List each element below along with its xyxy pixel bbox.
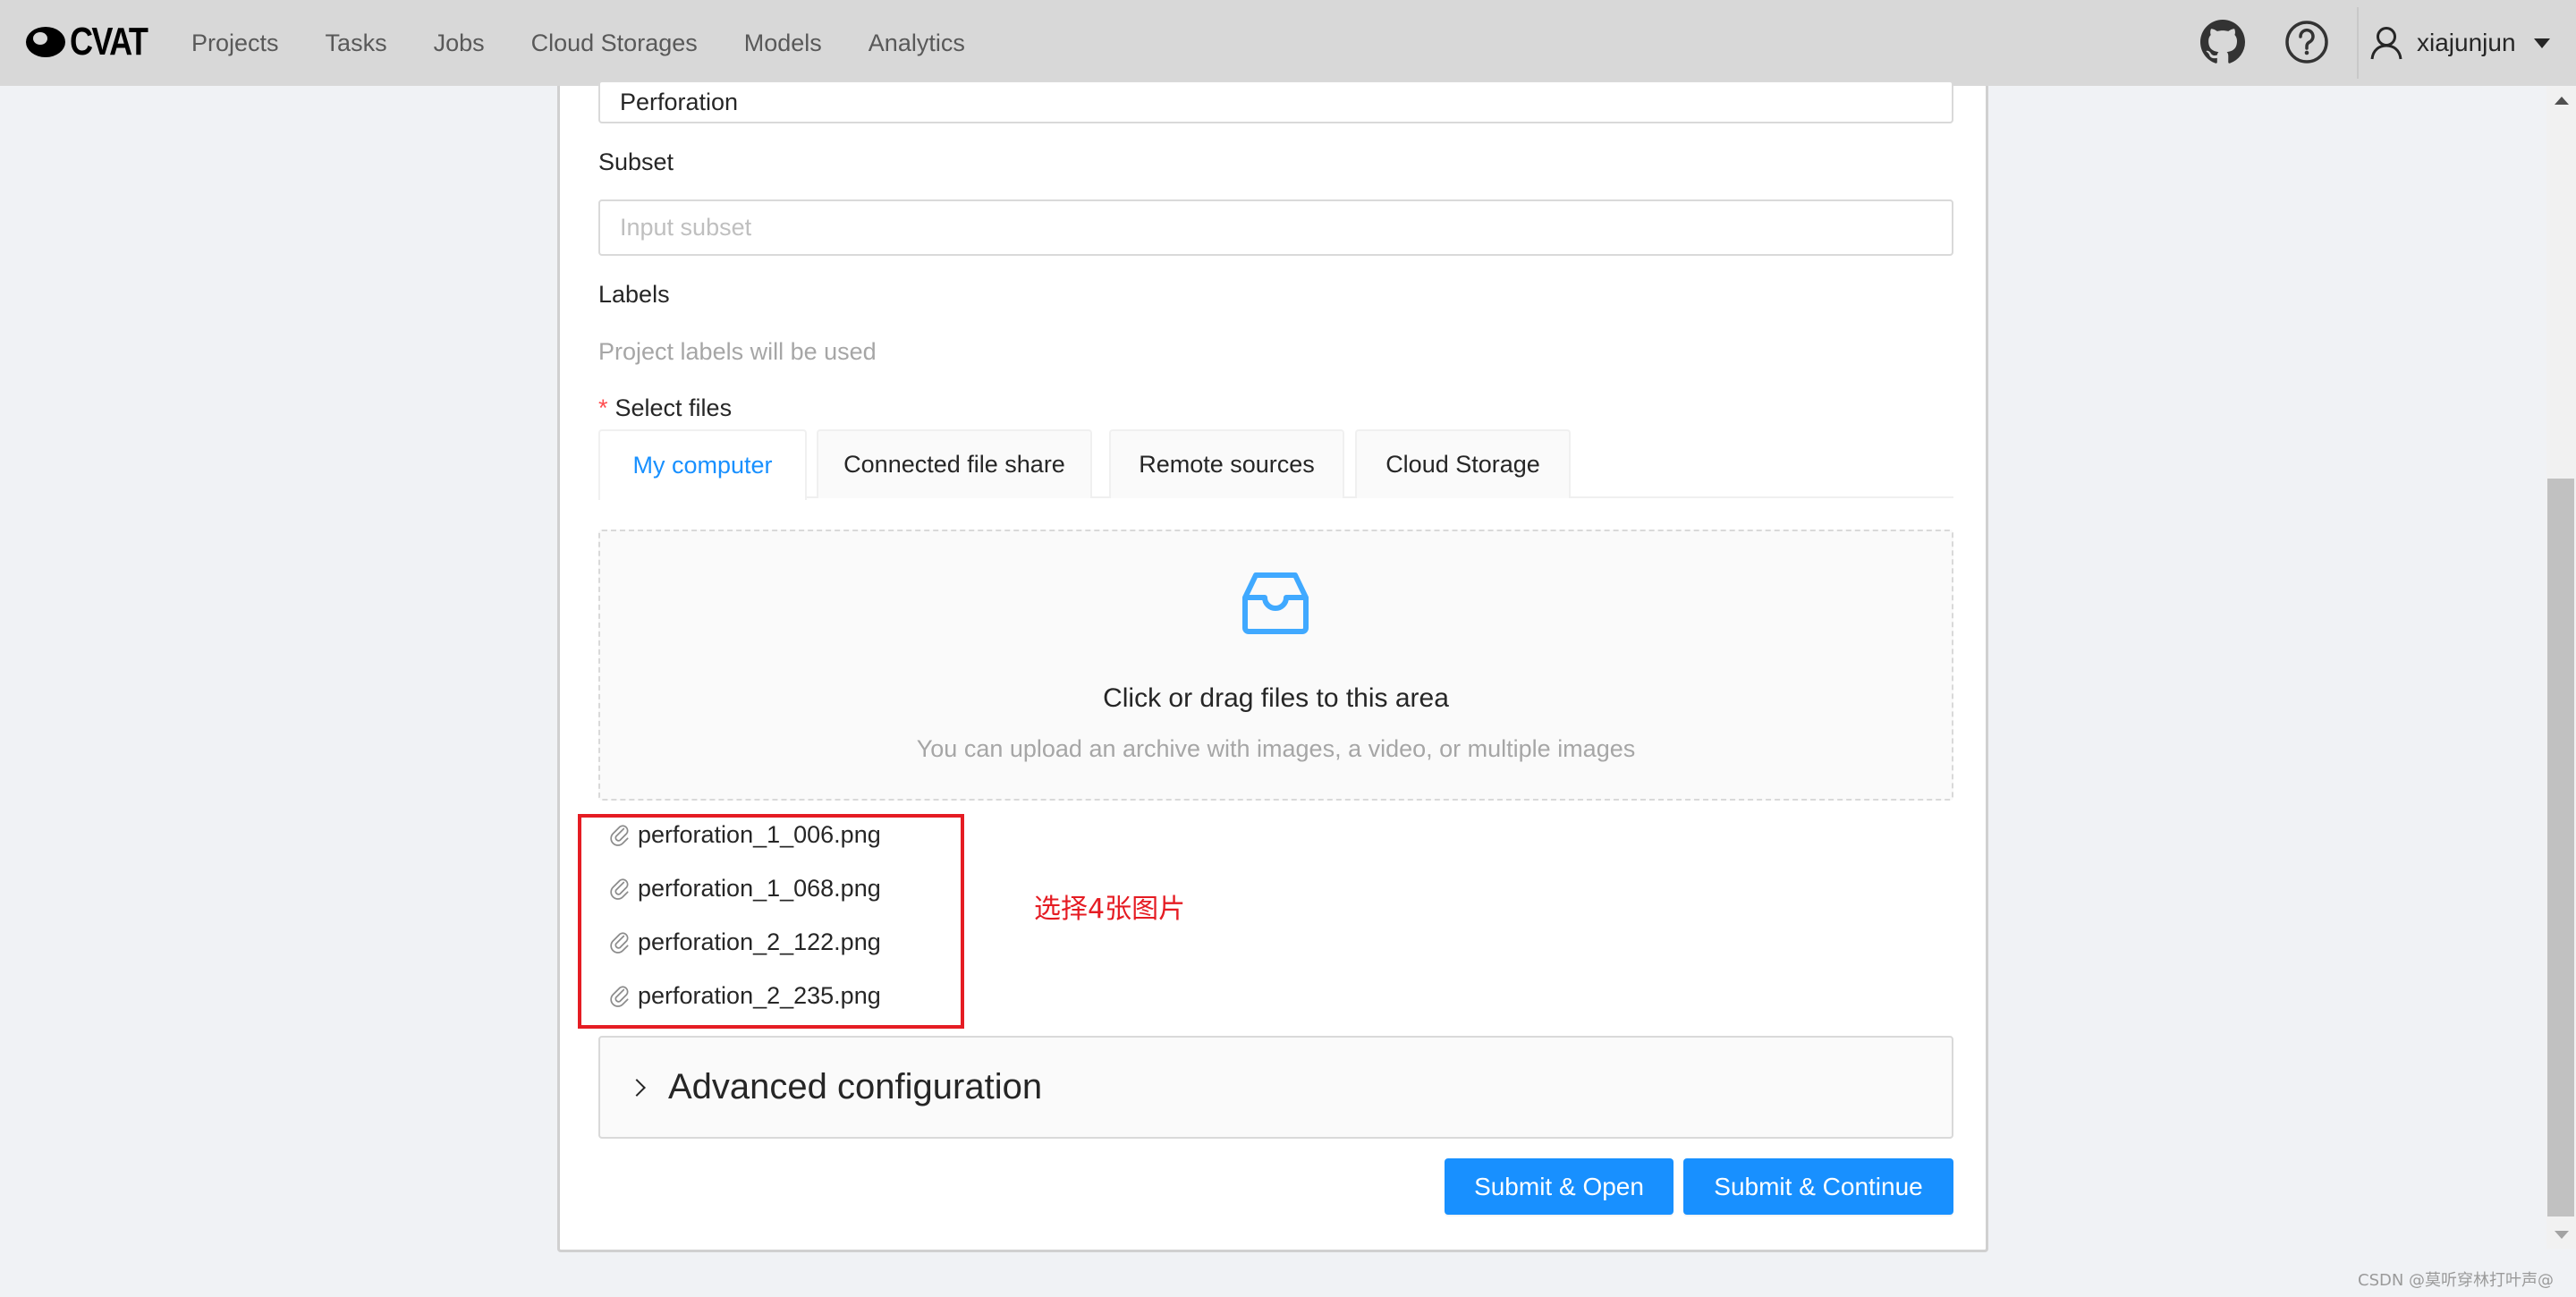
cvat-eye-icon	[26, 27, 65, 57]
advanced-configuration-panel[interactable]: Advanced configuration	[598, 1036, 1953, 1139]
create-task-form: Perforation Subset Input subset Labels P…	[557, 81, 1988, 1252]
submit-open-button[interactable]: Submit & Open	[1445, 1158, 1674, 1215]
select-files-label: * Select files	[598, 394, 732, 422]
logo-text: CVAT	[70, 20, 148, 64]
tab-connected-file-share[interactable]: Connected file share	[817, 429, 1092, 498]
nav-analytics[interactable]: Analytics	[869, 30, 965, 57]
scrollbar-thumb[interactable]	[2547, 479, 2574, 1216]
submit-continue-button[interactable]: Submit & Continue	[1683, 1158, 1953, 1215]
labels-label: Labels	[598, 281, 670, 308]
file-source-tabs: My computer Connected file share Remote …	[598, 429, 1953, 500]
user-icon	[2370, 27, 2402, 60]
user-menu[interactable]: xiajunjun	[2370, 0, 2550, 86]
tab-my-computer[interactable]: My computer	[598, 429, 807, 500]
dropzone-hint: You can upload an archive with images, a…	[916, 735, 1636, 762]
cvat-logo[interactable]: CVAT	[25, 20, 164, 64]
github-icon	[2200, 20, 2245, 64]
nav-models[interactable]: Models	[744, 30, 822, 57]
subset-input[interactable]: Input subset	[598, 199, 1953, 256]
chevron-right-icon	[628, 1078, 646, 1097]
nav-jobs[interactable]: Jobs	[434, 30, 485, 57]
scroll-down-arrow-icon[interactable]	[2555, 1231, 2569, 1239]
select-files-text: Select files	[614, 394, 733, 421]
main-nav: Projects Tasks Jobs Cloud Storages Model…	[191, 0, 1012, 86]
username: xiajunjun	[2417, 29, 2516, 56]
nav-projects[interactable]: Projects	[191, 30, 279, 57]
dropzone-title: Click or drag files to this area	[1103, 683, 1449, 713]
header-divider	[2357, 7, 2359, 79]
page-scrollbar[interactable]	[2546, 86, 2576, 1249]
annotation-highlight-box	[578, 814, 964, 1029]
required-mark: *	[598, 394, 608, 421]
file-dropzone[interactable]: Click or drag files to this area You can…	[598, 530, 1953, 801]
advanced-configuration-title: Advanced configuration	[668, 1067, 1043, 1106]
tab-cloud-storage[interactable]: Cloud Storage	[1355, 429, 1571, 498]
tab-remote-sources[interactable]: Remote sources	[1109, 429, 1344, 498]
scroll-up-arrow-icon[interactable]	[2555, 97, 2569, 105]
nav-cloud-storages[interactable]: Cloud Storages	[531, 30, 698, 57]
subset-label: Subset	[598, 148, 674, 175]
top-navbar: CVAT Projects Tasks Jobs Cloud Storages …	[0, 0, 2576, 86]
labels-note: Project labels will be used	[598, 338, 877, 365]
question-circle-icon	[2285, 21, 2328, 64]
project-value: Perforation	[620, 88, 739, 115]
annotation-text: 选择4张图片	[1034, 894, 1186, 925]
project-field[interactable]: Perforation	[598, 81, 1953, 123]
nav-tasks[interactable]: Tasks	[326, 30, 387, 57]
github-button[interactable]	[2199, 18, 2247, 66]
watermark: CSDN @莫听穿林打叶声@	[2358, 1271, 2555, 1290]
inbox-icon	[1242, 572, 1309, 634]
caret-down-icon	[2533, 38, 2550, 48]
subset-placeholder: Input subset	[620, 214, 752, 241]
help-button[interactable]	[2283, 18, 2331, 66]
